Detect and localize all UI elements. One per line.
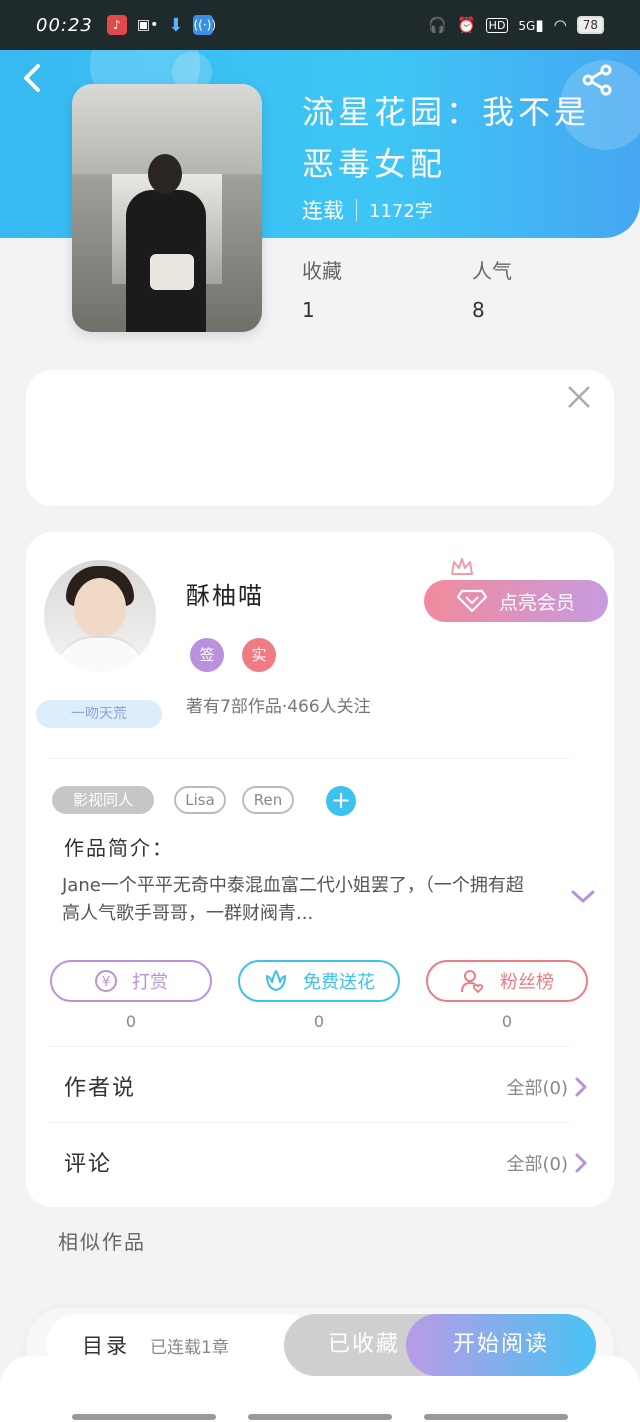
headphones-icon: 🎧 [428,16,447,34]
expand-intro-button[interactable] [570,888,596,906]
user-heart-icon [461,970,484,994]
tip-button[interactable]: ¥ 打赏 [50,960,212,1002]
cover-figure [120,154,210,332]
similar-works-label: 相似作品 [58,1230,146,1254]
start-reading-button[interactable]: 开始阅读 [406,1314,596,1376]
author-says-row[interactable]: 作者说 全部(0) [26,1056,614,1116]
signal-icon: 5G▮ [518,16,544,34]
book-title: 流星花园：我不是恶毒女配 [302,93,591,183]
popularity-stat: 人气 8 [472,259,512,322]
book-cover[interactable] [72,84,262,332]
close-ad-button[interactable] [566,384,592,410]
book-meta: 连载 1172字 [302,195,433,225]
yuan-icon: ¥ [95,970,117,992]
toc-label: 目录 [82,1334,130,1358]
nav-indicator [424,1414,568,1420]
divider [48,1122,570,1123]
tag-pill[interactable]: 影视同人 [52,786,154,814]
author-avatar[interactable] [44,560,156,672]
nav-indicator [72,1414,216,1420]
chevron-left-icon [24,64,40,92]
divider [48,758,570,759]
comments-all-link[interactable]: 全部(0) [507,1150,589,1176]
intro-text: Jane一个平平无奇中泰混血富二代小姐罢了，（一个拥有超高人气歌手哥哥，一群财阀… [62,875,524,924]
tag-pill[interactable]: Ren [242,786,294,814]
nav-indicator [248,1414,392,1420]
diamond-icon [456,589,487,613]
back-button[interactable] [20,62,60,102]
author-title-ribbon: 一吻天荒 [36,700,162,728]
verified-badge: 实 [242,638,276,672]
send-flower-button[interactable]: 免费送花 [238,960,400,1002]
wifi-icon: ◠ [553,16,567,34]
tip-count: 0 [125,1012,137,1031]
signed-badge: 签 [190,638,224,672]
favorites-stat: 收藏 1 [302,259,342,322]
toc-status: 已连载1章 [150,1337,229,1358]
popularity-value: 8 [472,298,485,322]
serial-status: 连载 [302,199,344,223]
divider [48,1046,570,1047]
notification-icon: ▣• [136,17,159,33]
favorites-value: 1 [302,298,315,322]
battery-icon: 78 [576,16,604,34]
status-time: 00:23 [36,14,93,36]
wifi-hotspot-icon: ((·)) [193,15,216,35]
author-says-label: 作者说 [64,1076,137,1101]
author-says-all-link[interactable]: 全部(0) [507,1074,589,1100]
hd-icon: HD [485,17,509,33]
author-name[interactable]: 酥柚喵 [186,576,264,611]
chevron-right-icon [575,1077,587,1097]
flower-icon [266,970,286,991]
download-icon: ⬇ [168,14,184,36]
ad-card [26,370,614,506]
vip-button[interactable]: 点亮会员 [424,580,608,622]
author-stats: 著有7部作品·466人关注 [186,697,371,717]
tag-pill[interactable]: Lisa [174,786,226,814]
intro-label: 作品简介： [64,836,174,860]
close-icon [568,386,590,408]
comments-row[interactable]: 评论 全部(0) [26,1132,614,1192]
word-count: 1172字 [369,201,433,222]
meta-divider [356,199,357,221]
crown-icon [451,558,473,575]
fan-ranking-button[interactable]: 粉丝榜 [426,960,588,1002]
comments-label: 评论 [64,1152,113,1177]
svg-text:¥: ¥ [102,975,110,990]
author-card: 一吻天荒 酥柚喵 签 实 著有7部作品·466人关注 点亮会员 影视同人 Lis… [26,532,614,1207]
flower-count: 0 [313,1012,325,1031]
fan-count: 0 [501,1012,513,1031]
alarm-icon: ⏰ [456,16,476,34]
netease-music-icon: ♪ [106,15,127,35]
table-of-contents-button[interactable]: 目录 已连载1章 [46,1314,316,1376]
status-bar: 00:23 ♪ ▣• ⬇ ((·)) 🎧 ⏰ HD 5G▮ ◠ 78 [0,0,640,50]
add-tag-button[interactable]: + [326,786,356,816]
chevron-right-icon [575,1153,587,1173]
